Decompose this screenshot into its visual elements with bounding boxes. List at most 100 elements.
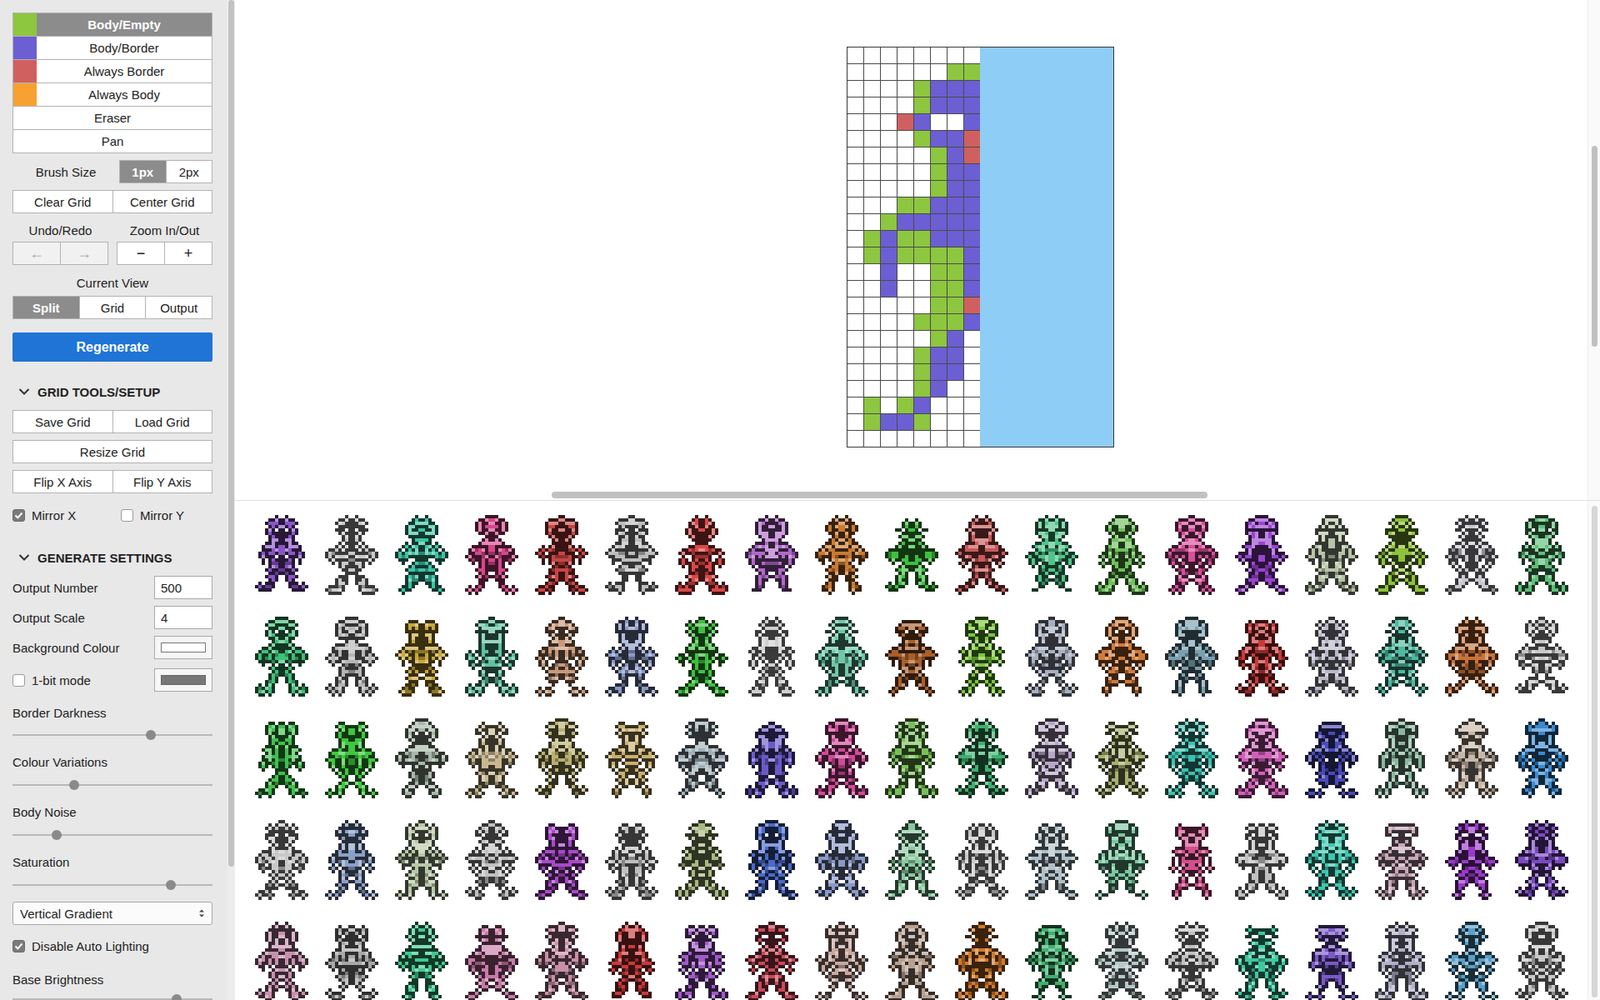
background-colour-picker[interactable]: [154, 635, 213, 660]
section-header[interactable]: GENERATE SETTINGS: [12, 549, 213, 566]
grid-cell[interactable]: [930, 47, 947, 64]
grid-cell[interactable]: [864, 64, 880, 80]
grid-cell[interactable]: [847, 180, 864, 197]
grid-cell[interactable]: [864, 97, 880, 114]
grid-cell[interactable]: [947, 247, 964, 264]
grid-cell[interactable]: [964, 147, 980, 164]
slider[interactable]: [12, 726, 213, 744]
grid-cell[interactable]: [897, 130, 914, 147]
tool-option[interactable]: Always Body: [13, 82, 212, 106]
grid-cell[interactable]: [947, 47, 964, 64]
grid-cell[interactable]: [847, 347, 864, 364]
grid-cell[interactable]: [897, 147, 914, 164]
grid-cell[interactable]: [880, 164, 897, 180]
grid-cell[interactable]: [897, 264, 914, 280]
grid-cell[interactable]: [897, 214, 914, 230]
grid-cell[interactable]: [964, 347, 980, 364]
grid-cell[interactable]: [930, 314, 947, 330]
grid-cell[interactable]: [947, 330, 964, 347]
grid-cell[interactable]: [964, 114, 980, 130]
grid-cell[interactable]: [964, 264, 980, 280]
grid-cell[interactable]: [947, 264, 964, 280]
grid-cell[interactable]: [947, 64, 964, 80]
grid-cell[interactable]: [914, 64, 930, 80]
grid-cell[interactable]: [880, 364, 897, 380]
grid-cell[interactable]: [914, 97, 930, 114]
control-button[interactable]: ←: [13, 242, 60, 265]
grid-cell[interactable]: [880, 114, 897, 130]
grid-cell[interactable]: [964, 130, 980, 147]
tool-option[interactable]: Eraser: [13, 105, 212, 130]
grid-cell[interactable]: [947, 180, 964, 197]
control-button[interactable]: +: [164, 242, 212, 265]
grid-cell[interactable]: [930, 147, 947, 164]
grid-cell[interactable]: [964, 97, 980, 114]
view-option[interactable]: Grid: [79, 296, 146, 319]
scrollbar-thumb[interactable]: [228, 0, 235, 867]
grid-cell[interactable]: [864, 280, 880, 297]
grid-cell[interactable]: [914, 114, 930, 130]
grid-cell[interactable]: [847, 364, 864, 380]
grid-cell[interactable]: [847, 264, 864, 280]
grid-cell[interactable]: [880, 347, 897, 364]
checkbox[interactable]: [12, 940, 25, 953]
grid-cell[interactable]: [897, 47, 914, 64]
grid-cell[interactable]: [847, 214, 864, 230]
grid-cell[interactable]: [897, 364, 914, 380]
grid-cell[interactable]: [964, 297, 980, 314]
grid-cell[interactable]: [930, 197, 947, 214]
grid-cell[interactable]: [897, 280, 914, 297]
grid-cell[interactable]: [947, 164, 964, 180]
grid-cell[interactable]: [864, 47, 880, 64]
grid-cell[interactable]: [864, 114, 880, 130]
grid-cell[interactable]: [880, 330, 897, 347]
grid-cell[interactable]: [947, 280, 964, 297]
grid-cell[interactable]: [880, 80, 897, 97]
grid-cell[interactable]: [914, 297, 930, 314]
lighting-select[interactable]: Vertical Gradient: [12, 901, 213, 925]
grid-cell[interactable]: [864, 414, 880, 430]
slider[interactable]: [12, 776, 213, 794]
grid-cell[interactable]: [947, 214, 964, 230]
grid-cell[interactable]: [930, 130, 947, 147]
grid-cell[interactable]: [947, 197, 964, 214]
grid-cell[interactable]: [864, 380, 880, 397]
grid-cell[interactable]: [914, 330, 930, 347]
grid-cell[interactable]: [914, 164, 930, 180]
control-button[interactable]: −: [117, 242, 165, 265]
setting-input[interactable]: 4: [154, 605, 213, 630]
view-option[interactable]: Split: [13, 296, 80, 319]
grid-cell[interactable]: [847, 280, 864, 297]
grid-cell[interactable]: [897, 297, 914, 314]
grid-cell[interactable]: [930, 347, 947, 364]
checkbox[interactable]: [12, 674, 25, 687]
grid-cell[interactable]: [880, 214, 897, 230]
grid-cell[interactable]: [964, 214, 980, 230]
grid-cell[interactable]: [914, 247, 930, 264]
grid-cell[interactable]: [880, 314, 897, 330]
grid-cell[interactable]: [914, 430, 930, 447]
grid-cell[interactable]: [930, 164, 947, 180]
grid-cell[interactable]: [880, 264, 897, 280]
grid-cell[interactable]: [914, 214, 930, 230]
setup-button[interactable]: Flip X Axis: [13, 470, 113, 493]
grid-cell[interactable]: [897, 80, 914, 97]
grid-cell[interactable]: [930, 380, 947, 397]
grid-cell[interactable]: [864, 214, 880, 230]
grid-cell[interactable]: [880, 430, 897, 447]
grid-cell[interactable]: [847, 97, 864, 114]
grid-cell[interactable]: [864, 147, 880, 164]
slider[interactable]: [12, 826, 213, 844]
grid-cell[interactable]: [947, 314, 964, 330]
tool-option[interactable]: Body/Border: [13, 35, 212, 60]
grid-cell[interactable]: [897, 330, 914, 347]
slider-knob[interactable]: [51, 830, 62, 840]
grid-cell[interactable]: [964, 64, 980, 80]
setup-button[interactable]: Resize Grid: [13, 440, 212, 463]
grid-cell[interactable]: [947, 397, 964, 414]
grid-cell[interactable]: [897, 64, 914, 80]
grid-cell[interactable]: [864, 247, 880, 264]
grid-cell[interactable]: [897, 314, 914, 330]
grid-cell[interactable]: [964, 164, 980, 180]
slider-knob[interactable]: [145, 730, 156, 740]
